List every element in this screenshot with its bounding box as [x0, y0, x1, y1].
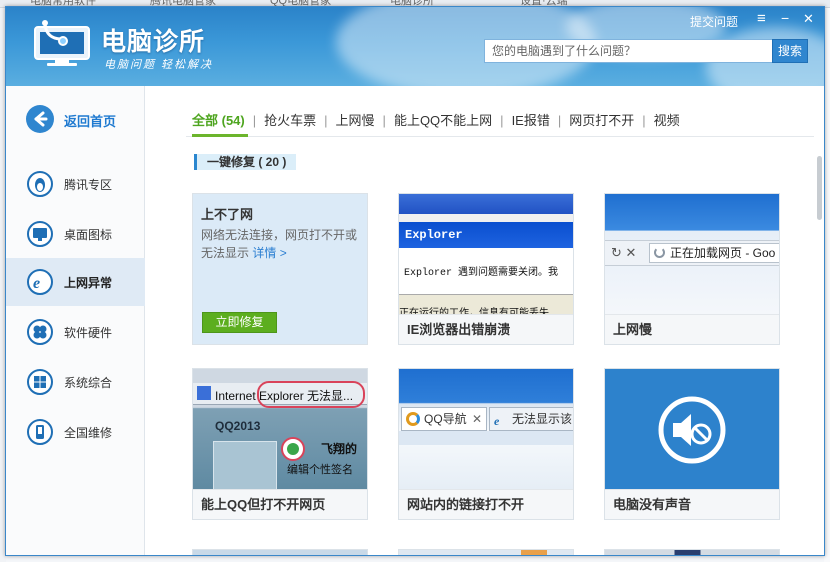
search-button[interactable]: 搜索 [772, 39, 808, 63]
thumb-qq-title: QQ2013 [215, 419, 261, 433]
featured-description: 网络无法连接，网页打不开或无法显示 详情 > [201, 226, 365, 262]
tab-video[interactable]: 视频 [654, 110, 680, 129]
thumb-avatar [213, 441, 277, 489]
tab-slow-internet[interactable]: 上网慢 [336, 110, 375, 129]
card-title: 能上QQ但打不开网页 [193, 489, 367, 519]
card-title: 网站内的链接打不开 [399, 489, 573, 519]
puzzle-icon [27, 319, 53, 345]
card-thumbnail: QQ导航 ✕ e 无法显示该 [399, 369, 573, 489]
sidebar-item-label: 上网异常 [64, 276, 113, 290]
card-slow-internet[interactable]: ↻ ✕ 正在加载网页 - Goo 上网慢 [604, 193, 780, 345]
tab-separator: | [382, 113, 386, 128]
thumb-nickname: 飞翔的 [321, 442, 358, 456]
logo-monitor-icon [34, 20, 90, 66]
tab-page-wont-open[interactable]: 网页打不开 [569, 110, 634, 129]
tab-all[interactable]: 全部 (54) [192, 110, 245, 129]
category-tabs: 全部 (54) | 抢火车票 | 上网慢 | 能上QQ不能上网 | IE报错 | 网页打不开 | 视频 [192, 110, 680, 129]
thumb-status-icon [281, 437, 305, 461]
sidebar-item-desktop-icons[interactable]: 桌面图标 [6, 210, 145, 258]
monitor-icon [27, 221, 53, 247]
tab-divider [186, 136, 814, 137]
tab-separator: | [642, 113, 646, 128]
sidebar-item-system[interactable]: 系统综合 [6, 358, 145, 406]
sidebar-item-label: 全国维修 [64, 426, 113, 440]
section-title: 一键修复 ( 20 ) [194, 154, 297, 170]
scrollbar-thumb[interactable] [817, 156, 822, 220]
tab-ie-error[interactable]: IE报错 [512, 110, 550, 129]
card-next-row[interactable] [398, 549, 574, 555]
thumb-dialog-title: Explorer [399, 222, 573, 248]
thumb-dialog-text2: 正在运行的工作，信息有可能丢失 [399, 304, 549, 314]
ie-icon: e [27, 269, 53, 295]
sidebar-item-label: 腾讯专区 [64, 178, 113, 192]
close-icon[interactable]: ✕ [803, 11, 814, 27]
card-title: IE浏览器出错崩溃 [399, 314, 573, 344]
sidebar-item-network[interactable]: e 上网异常 [6, 258, 145, 306]
sidebar-item-repair[interactable]: 全国维修 [6, 408, 145, 456]
thumb-loading-text: 正在加载网页 - Goo [670, 246, 776, 260]
card-title: 电脑没有声音 [605, 489, 779, 519]
search-input[interactable] [485, 40, 765, 62]
featured-fix-card[interactable]: 上不了网 网络无法连接，网页打不开或无法显示 详情 > 立即修复 [192, 193, 368, 345]
app-header: 电脑诊所 电脑问题 轻松解决 提交问题 ≡ − ✕ 搜索 [6, 7, 824, 86]
card-thumbnail: Explorer Explorer 遇到问题需要关闭。我 正在运行的工作，信息有… [399, 194, 573, 314]
tab-separator: | [500, 113, 504, 128]
thumb-dialog-text: Explorer 遇到问题需要关闭。我 [404, 268, 559, 279]
card-thumbnail [605, 369, 779, 489]
main-content: 全部 (54) | 抢火车票 | 上网慢 | 能上QQ不能上网 | IE报错 | 网页打不开 | 视频 … [146, 86, 824, 555]
thumb-app-icon [197, 386, 211, 400]
sidebar-item-label: 系统综合 [64, 376, 113, 390]
submit-question-link[interactable]: 提交问题 [690, 13, 738, 30]
details-link[interactable]: 详情 > [252, 246, 286, 260]
tab-separator: | [324, 113, 328, 128]
penguin-icon [27, 171, 53, 197]
app-window: 电脑诊所 电脑问题 轻松解决 提交问题 ≡ − ✕ 搜索 返回首页 腾讯专区 桌… [5, 6, 825, 556]
back-home-label: 返回首页 [64, 114, 117, 129]
thumb-tab2-label: 无法显示该 [512, 412, 573, 426]
thumb-nav-icons: ↻ ✕ [611, 245, 637, 260]
card-no-sound[interactable]: 电脑没有声音 [604, 368, 780, 520]
speaker-muted-icon [658, 396, 726, 464]
card-next-row[interactable] [604, 549, 780, 555]
thumb-loading-tab: 正在加载网页 - Goo [649, 243, 779, 263]
search-box: 搜索 [484, 39, 808, 63]
thumb-tab-qq: QQ导航 ✕ [401, 407, 487, 431]
card-qq-no-web[interactable]: Internet Explorer 无法显... QQ2013 飞翔的 编辑个性… [192, 368, 368, 520]
card-thumbnail: Internet Explorer 无法显... QQ2013 飞翔的 编辑个性… [193, 369, 367, 489]
sidebar-item-tencent[interactable]: 腾讯专区 [6, 160, 145, 208]
sidebar-item-label: 软件硬件 [64, 326, 113, 340]
app-brand: 电脑诊所 [101, 28, 206, 56]
ie-tab-icon: e [494, 414, 500, 428]
tab-separator: | [252, 113, 257, 128]
sidebar-item-label: 桌面图标 [64, 228, 113, 242]
tab-separator: | [557, 113, 562, 128]
active-tab-underline [192, 134, 248, 137]
phone-icon [27, 419, 53, 445]
loading-spinner-icon [654, 247, 665, 258]
back-arrow-icon [26, 105, 54, 133]
card-ie-crash[interactable]: Explorer Explorer 遇到问题需要关闭。我 正在运行的工作，信息有… [398, 193, 574, 345]
featured-title: 上不了网 [201, 207, 254, 222]
menu-icon[interactable]: ≡ [757, 10, 766, 27]
sidebar-item-software-hardware[interactable]: 软件硬件 [6, 308, 145, 356]
app-slogan: 电脑问题 轻松解决 [104, 59, 214, 71]
fix-now-button[interactable]: 立即修复 [202, 312, 277, 333]
minimize-icon[interactable]: − [781, 10, 789, 26]
tab-train-tickets[interactable]: 抢火车票 [264, 110, 316, 129]
card-links-broken[interactable]: QQ导航 ✕ e 无法显示该 网站内的链接打不开 [398, 368, 574, 520]
thumb-signature: 编辑个性签名 [287, 464, 353, 476]
thumb-tab-error: e 无法显示该 [489, 407, 573, 431]
thumb-tab1-label: QQ导航 [424, 412, 467, 426]
thumb-xp-topbar [399, 194, 573, 214]
tab-qq-no-internet[interactable]: 能上QQ不能上网 [394, 110, 492, 129]
windows-icon [27, 369, 53, 395]
svg-text:e: e [33, 275, 40, 292]
card-next-row[interactable] [192, 549, 368, 555]
card-thumbnail: ↻ ✕ 正在加载网页 - Goo [605, 194, 779, 314]
card-title: 上网慢 [605, 314, 779, 344]
qq-nav-icon [406, 412, 420, 426]
sidebar: 返回首页 腾讯专区 桌面图标 e 上网异常 软件硬件 系统综合 全国维修 [6, 86, 145, 555]
back-home-button[interactable]: 返回首页 [6, 98, 145, 140]
tab-close-icon: ✕ [471, 412, 482, 426]
